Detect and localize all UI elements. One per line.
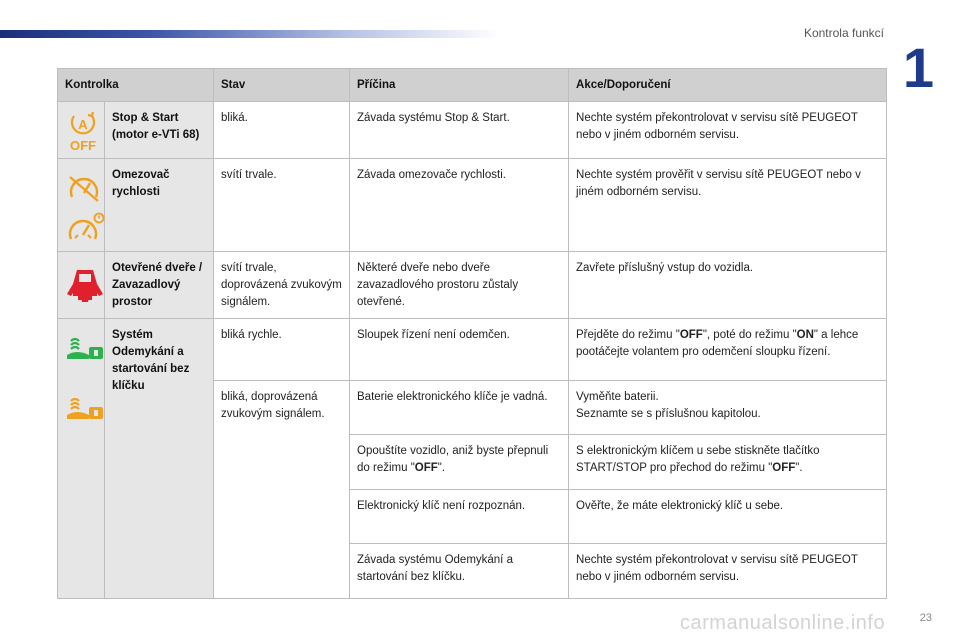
- table-row: Systém Odemykání a startování bez klíčku…: [57, 318, 888, 599]
- mode-on: ON: [796, 329, 814, 341]
- page-number: 23: [919, 612, 932, 624]
- mode-off: OFF: [679, 329, 703, 341]
- table-header-row: Kontrolka Stav Příčina Akce/Doporučení: [56, 68, 888, 102]
- action-cell: Přejděte do režimu "OFF", poté do režimu…: [568, 318, 888, 381]
- header-gradient-bar: [0, 30, 500, 38]
- indicator-label: Omezovač rychlosti: [103, 158, 215, 252]
- icon-cell: [57, 158, 105, 252]
- svg-text:A: A: [78, 117, 88, 132]
- svg-text:OFF: OFF: [70, 138, 96, 152]
- action-text: ", poté do režimu ": [702, 329, 797, 341]
- action-cell: Nechte systém prověřit v servisu sítě PE…: [568, 158, 888, 252]
- cause-cell: Baterie elektronického klíče je vadná.: [349, 380, 570, 435]
- state-cell: bliká.: [213, 101, 351, 159]
- col-header-state: Stav: [213, 68, 351, 102]
- action-line: Seznamte se s příslušnou kapitolou.: [576, 408, 761, 420]
- table-row: A OFF Stop & Start (motor e-VTi 68) blik…: [57, 101, 888, 159]
- speed-limiter-icon: [69, 176, 99, 202]
- section-title: Kontrola funkcí: [803, 26, 884, 40]
- warning-lights-table: Kontrolka Stav Příčina Akce/Doporučení A…: [56, 68, 888, 599]
- icon-cell: A OFF: [57, 101, 105, 159]
- table-row: Omezovač rychlosti svítí trvale. Závada …: [57, 158, 888, 252]
- table-row: Otevřené dveře / Zavazadlový prostor sví…: [57, 251, 888, 319]
- watermark-text: carmanualsonline.info: [680, 612, 886, 634]
- action-cell: Nechte systém překontrolovat v servisu s…: [568, 101, 888, 159]
- door-open-icon: [67, 270, 103, 302]
- cause-cell: Sloupek řízení není odemčen.: [349, 318, 570, 381]
- cause-cell: Závada omezovače rychlosti.: [349, 158, 570, 252]
- cause-cell: Opouštíte vozidlo, aniž byste přepnuli d…: [349, 434, 570, 490]
- action-cell: S elektronickým klíčem u sebe stiskněte …: [568, 434, 888, 490]
- icon-cell: [57, 318, 105, 599]
- action-cell: Zavřete příslušný vstup do vozidla.: [568, 251, 888, 319]
- keyless-key-battery-icon: [67, 397, 103, 419]
- action-text: ".: [795, 462, 803, 474]
- state-cell: bliká, doprovázená zvukovým signálem.: [213, 380, 351, 599]
- cause-cell: Elektronický klíč není rozpoznán.: [349, 489, 570, 544]
- cause-text: Opouštíte vozidlo, aniž byste přepnuli d…: [357, 445, 549, 474]
- keyless-steering-unlock-icon: [67, 337, 103, 359]
- chapter-number: 1: [902, 36, 934, 99]
- cause-cell: Některé dveře nebo dveře zavazadlového p…: [349, 251, 570, 319]
- action-text: Přejděte do režimu ": [576, 329, 680, 341]
- action-line: Vyměňte baterii.: [576, 391, 659, 403]
- action-cell: Ověřte, že máte elektronický klíč u sebe…: [568, 489, 888, 544]
- state-cell: svítí trvale, doprovázená zvukovým signá…: [213, 251, 351, 319]
- state-cell: bliká rychle.: [213, 318, 351, 381]
- action-cell: Vyměňte baterii. Seznamte se s příslušnou…: [568, 380, 888, 435]
- state-cell: svítí trvale.: [213, 158, 351, 252]
- col-header-cause: Příčina: [349, 68, 570, 102]
- indicator-label: Otevřené dveře / Zavazadlový prostor: [103, 251, 215, 319]
- col-header-indicator: Kontrolka: [56, 68, 215, 102]
- icon-cell: [57, 251, 105, 319]
- speed-limiter-fault-icon: [68, 212, 105, 240]
- auto-stop-start-off-icon: A OFF: [70, 111, 96, 152]
- indicator-label: Stop & Start (motor e-VTi 68): [103, 101, 215, 159]
- col-header-action: Akce/Doporučení: [568, 68, 888, 102]
- cause-text: ".: [437, 462, 446, 474]
- action-cell: Nechte systém překontrolovat v servisu s…: [568, 543, 888, 599]
- cause-cell: Závada systému Odemykání a startování be…: [349, 543, 570, 599]
- indicator-label: Systém Odemykání a startování bez klíčku: [103, 318, 215, 599]
- mode-off: OFF: [772, 462, 796, 474]
- mode-off: OFF: [414, 462, 438, 474]
- cause-cell: Závada systému Stop & Start.: [349, 101, 570, 159]
